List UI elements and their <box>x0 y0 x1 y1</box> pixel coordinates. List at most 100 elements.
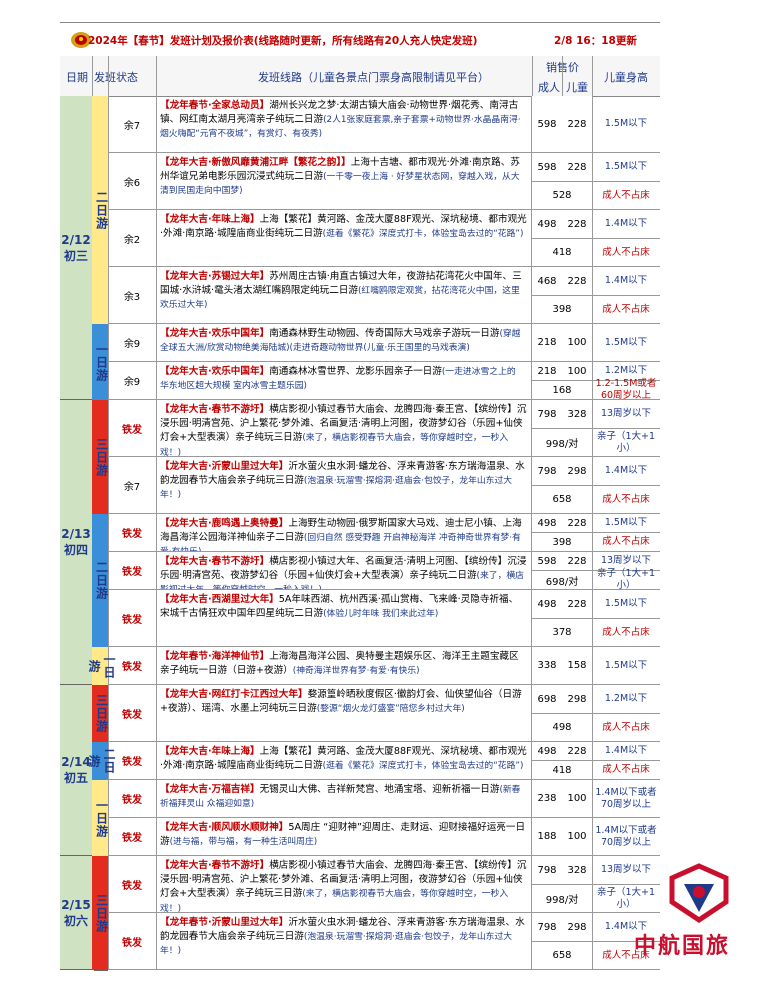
status-cell: 铁发 <box>108 856 157 913</box>
date-value: 2/13 <box>61 527 91 541</box>
price-sheet: 2024年【春节】发班计划及报价表(线路随时更新，所有线路有20人充人快定发班)… <box>60 22 660 1000</box>
adult-price: 218 <box>532 324 563 362</box>
route-highlight: 【龙年大吉·网红打卡江西过大年】 <box>160 689 308 700</box>
extra-price: 658 <box>532 486 593 514</box>
adult-price: 218 <box>532 362 563 381</box>
lunar-day: 初六 <box>63 913 88 928</box>
child-height: 1.4M以下 <box>592 742 660 761</box>
route-highlight: 【龙年大吉·西湖里过大年】 <box>160 594 279 605</box>
child-price: 228 <box>562 267 593 296</box>
status-cell: 余7 <box>108 457 157 514</box>
child-height: 1.4M以下 <box>592 267 660 296</box>
route-highlight: 【龙年大吉·鹿鸣遇上奥特曼】 <box>160 518 289 529</box>
extra-price: 378 <box>532 619 593 647</box>
extra-price: 998/对 <box>532 429 593 457</box>
extra-price: 398 <box>532 533 593 552</box>
route-text: 南通森林冰雪世界、龙影乐园亲子一日游 <box>269 366 442 377</box>
extra-price: 998/对 <box>532 885 593 913</box>
child-price: 328 <box>562 400 593 429</box>
child-height: 1.5M以下 <box>592 647 660 685</box>
status-cell: 铁发 <box>108 780 157 818</box>
status-cell: 铁发 <box>108 685 157 742</box>
route-highlight: 【龙年大吉·欢乐中国年】 <box>160 366 270 377</box>
route-cell: 【龙年大吉·春节不游圩】横店影视小镇过春节大庙会、龙腾四海·秦王宫、【缤纷传】沉… <box>156 400 532 457</box>
route-note: (神奇海洋世界有梦·有爱·有快乐) <box>292 666 420 677</box>
route-highlight: 【龙年大吉·新傲风靡黄浦江畔【繁花之韵】】 <box>160 157 351 168</box>
child-height-note: 亲子（1大+1小） <box>592 429 660 457</box>
child-price: 100 <box>562 818 593 856</box>
child-height-note: 亲子（1大+1小） <box>592 568 660 591</box>
extra-price: 528 <box>532 182 593 210</box>
adult-price: 238 <box>532 780 563 818</box>
route-cell: 【龙年春节·海洋神仙节】上海海昌海洋公园、奥特曼主题娱乐区、海洋王主题宝藏区亲子… <box>156 647 532 685</box>
trip-length: 一日游 <box>94 780 109 857</box>
extra-price: 698/对 <box>532 571 593 590</box>
date-value: 2/15 <box>61 897 91 912</box>
child-price: 100 <box>562 362 593 381</box>
child-height-note: 成人不占床 <box>592 182 660 210</box>
route-highlight: 【龙年春节·全家总动员】 <box>160 100 270 111</box>
child-price: 228 <box>562 590 593 619</box>
route-highlight: 【龙年大吉·顺风顺水顺财神】 <box>160 822 289 833</box>
child-height: 1.4M以下或者70周岁以上 <box>592 818 660 856</box>
route-cell: 【龙年大吉·西湖里过大年】5A年味西湖、杭州西溪·孤山赏梅、飞来峰·灵隐寺祈福、… <box>156 590 532 647</box>
route-cell: 【龙年春节·沂蒙山里过大年】沂水萤火虫水洞·蟠龙谷、浮来青游客·东方瑞海温泉、水… <box>156 913 532 970</box>
status-cell: 余3 <box>108 267 157 324</box>
extra-price: 168 <box>532 381 593 400</box>
watermark-text: 中航国旅 <box>634 934 731 959</box>
status-cell: 铁发 <box>108 590 157 647</box>
col-child: 儿童 <box>566 81 588 94</box>
col-adult: 成人 <box>538 81 560 94</box>
trip-length: 三日游 <box>94 685 109 743</box>
child-height-note: 成人不占床 <box>592 533 660 552</box>
route-cell: 【龙年大吉·年味上海】上海【繁花】黄河路、金茂大厦88F观光、深坑秘境、都市观光… <box>156 210 532 267</box>
col-status: 发班状态 <box>94 71 138 84</box>
route-cell: 【龙年大吉·顺风顺水顺财神】5A周庄 “迎财神”迎周庄、走财运、迎财接福好运亮一… <box>156 818 532 856</box>
child-height-note: 1.2-1.5M或者60周岁以上 <box>592 378 660 401</box>
child-height-note: 成人不占床 <box>592 296 660 324</box>
extra-price: 498 <box>532 714 593 742</box>
watermark-logo: 中航国旅 <box>634 862 754 972</box>
trip-length: 三日游 <box>94 856 109 971</box>
adult-price: 598 <box>532 153 563 182</box>
child-height: 1.4M以下 <box>592 457 660 486</box>
route-cell: 【龙年大吉·苏锡过大年】苏州周庄古镇·甪直古镇过大年，夜游拈花湾花火中国年、三国… <box>156 267 532 324</box>
route-note: (体验儿时年味 我们来此过年) <box>323 609 439 620</box>
route-note: (婺源“烟火龙灯盛宴”陪您乡村过大年) <box>316 704 465 715</box>
adult-price: 468 <box>532 267 563 296</box>
trip-length: 一日游 <box>94 324 109 401</box>
adult-price: 498 <box>532 514 563 533</box>
route-cell: 【龙年春节·全家总动员】湖州长兴龙之梦·太湖古镇大庙会·动物世界·烟花秀、南浔古… <box>156 96 532 153</box>
route-note: (逛着《繁花》深度式打卡，体验宝岛去过的“花路”) <box>322 229 524 240</box>
adult-price: 498 <box>532 742 563 761</box>
child-height-note: 成人不占床 <box>592 761 660 780</box>
route-highlight: 【龙年大吉·春节不游圩】 <box>160 860 270 871</box>
child-height: 1.5M以下 <box>592 153 660 182</box>
child-price: 228 <box>562 96 593 153</box>
child-height: 1.5M以下 <box>592 514 660 533</box>
adult-price: 798 <box>532 400 563 429</box>
child-height: 13周岁以下 <box>592 400 660 429</box>
route-cell: 【龙年大吉·沂蒙山里过大年】沂水萤火虫水洞·蟠龙谷、浮来青游客·东方瑞海温泉、水… <box>156 457 532 514</box>
child-price: 228 <box>562 210 593 239</box>
adult-price: 338 <box>532 647 563 685</box>
status-cell: 铁发 <box>108 400 157 457</box>
child-price: 298 <box>562 685 593 714</box>
status-cell: 铁发 <box>108 818 157 856</box>
lunar-day: 初五 <box>63 771 88 785</box>
child-price: 328 <box>562 856 593 885</box>
adult-price: 498 <box>532 210 563 239</box>
route-text: 南通森林野生动物园、传奇国际大马戏亲子游玩一日游 <box>269 328 500 339</box>
status-cell: 铁发 <box>108 913 157 970</box>
route-highlight: 【龙年大吉·春节不游圩】 <box>160 556 270 567</box>
child-price: 228 <box>562 153 593 182</box>
route-highlight: 【龙年春节·沂蒙山里过大年】 <box>160 917 289 928</box>
route-cell: 【龙年大吉·鹿鸣遇上奥特曼】上海野生动物园·俄罗斯国家大马戏、迪士尼小镇、上海海… <box>156 514 532 552</box>
trip-length: 三日游 <box>94 400 109 515</box>
status-cell: 余7 <box>108 96 157 153</box>
airline-logo-icon <box>669 863 729 924</box>
child-price: 298 <box>562 457 593 486</box>
child-height: 1.5M以下 <box>592 590 660 619</box>
route-highlight: 【龙年大吉·沂蒙山里过大年】 <box>160 461 289 472</box>
adult-price: 598 <box>532 96 563 153</box>
